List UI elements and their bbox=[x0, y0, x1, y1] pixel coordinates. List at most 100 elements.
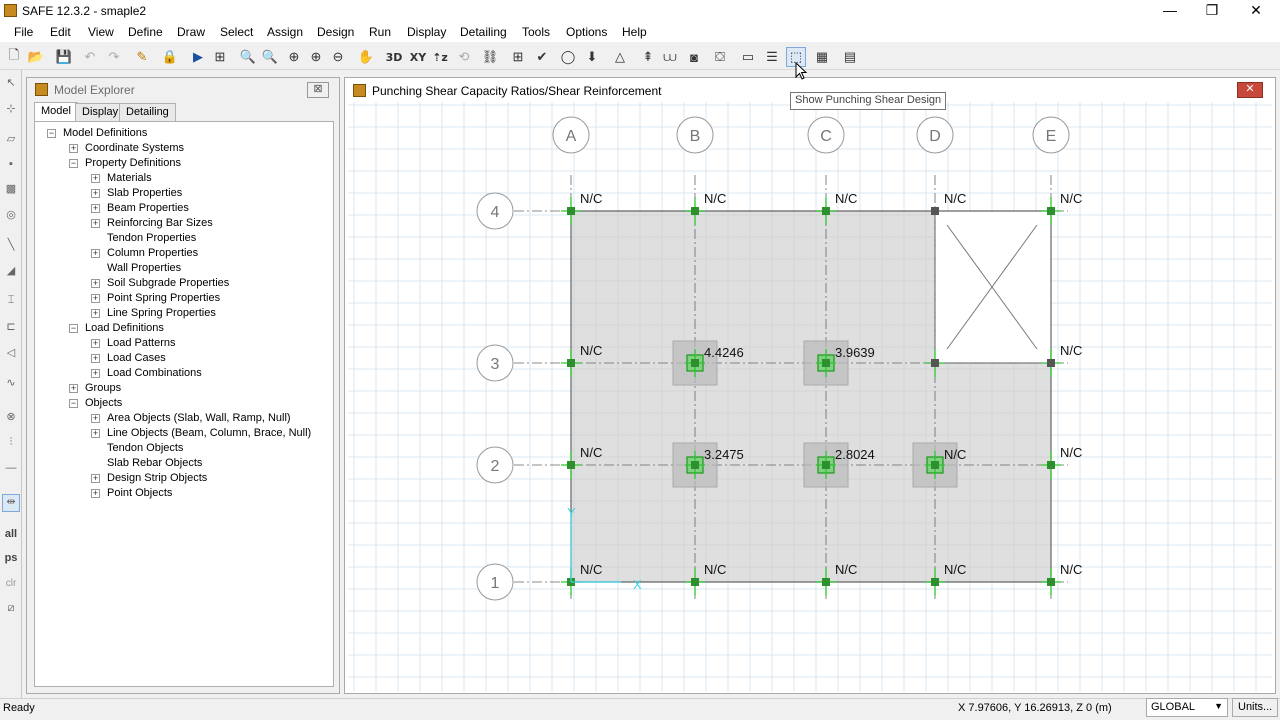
new-file-icon[interactable]: 🗋 bbox=[4, 47, 24, 67]
restore-button[interactable]: ❐ bbox=[1190, 0, 1234, 22]
tree-expander[interactable]: + bbox=[69, 384, 78, 393]
tree-expander[interactable]: + bbox=[91, 174, 100, 183]
tables-icon[interactable]: ▤ bbox=[840, 47, 860, 67]
table-grid-icon[interactable]: ▦ bbox=[812, 47, 832, 67]
draw-line-icon[interactable]: ╲ bbox=[2, 238, 20, 256]
menu-design[interactable]: Design bbox=[317, 25, 354, 39]
draw-slab-icon[interactable]: ▱ bbox=[2, 132, 20, 150]
pencil-icon[interactable]: ✎ bbox=[132, 47, 152, 67]
menu-detailing[interactable]: Detailing bbox=[460, 25, 507, 39]
zoom-in-icon[interactable]: ⊕ bbox=[284, 47, 304, 67]
tree-item[interactable]: Objects bbox=[85, 397, 122, 409]
tree-expander[interactable]: − bbox=[69, 324, 78, 333]
select-all-button[interactable]: all bbox=[2, 528, 20, 546]
down-arrow-icon[interactable]: ⬇ bbox=[582, 47, 602, 67]
menu-options[interactable]: Options bbox=[566, 25, 607, 39]
tree-item[interactable]: Property Definitions bbox=[85, 157, 181, 169]
menu-file[interactable]: File bbox=[14, 25, 33, 39]
tree-item[interactable]: Area Objects (Slab, Wall, Ramp, Null) bbox=[107, 412, 291, 424]
close-button[interactable]: ✕ bbox=[1234, 0, 1278, 22]
coord-system-select[interactable]: GLOBAL ▼ bbox=[1146, 698, 1228, 717]
explorer-close-button[interactable]: ⊠ bbox=[307, 82, 329, 98]
tree-item[interactable]: Tendon Objects bbox=[107, 442, 183, 454]
draw-opening-icon[interactable]: ⊏ bbox=[2, 320, 20, 338]
menu-draw[interactable]: Draw bbox=[177, 25, 205, 39]
tree-expander[interactable]: + bbox=[91, 339, 100, 348]
circle-icon[interactable]: ◯ bbox=[558, 47, 578, 67]
clear-selection-button[interactable]: clr bbox=[2, 578, 20, 596]
menu-help[interactable]: Help bbox=[622, 25, 647, 39]
tree-expander[interactable]: + bbox=[91, 219, 100, 228]
units-button[interactable]: Units... bbox=[1232, 698, 1278, 717]
tree-expander[interactable]: + bbox=[91, 204, 100, 213]
check-icon[interactable]: ✔ bbox=[532, 47, 552, 67]
tree-expander[interactable]: + bbox=[91, 309, 100, 318]
plan-view-close-button[interactable]: ✕ bbox=[1237, 82, 1263, 98]
run-analysis-icon[interactable]: ▶ bbox=[188, 47, 208, 67]
strip-design-icon[interactable]: ☰ bbox=[762, 47, 782, 67]
tree-item[interactable]: Wall Properties bbox=[107, 262, 181, 274]
draw-strip-icon[interactable]: — bbox=[2, 462, 20, 480]
redo-icon[interactable]: ↷ bbox=[104, 47, 124, 67]
menu-define[interactable]: Define bbox=[128, 25, 163, 39]
draw-rect-icon[interactable]: ▩ bbox=[2, 182, 20, 200]
tree-expander[interactable]: − bbox=[69, 399, 78, 408]
select-tool-icon[interactable]: ⇹ bbox=[2, 494, 20, 512]
lock-model-icon[interactable]: 🔒 bbox=[160, 47, 180, 67]
tab-detailing[interactable]: Detailing bbox=[119, 103, 176, 122]
tree-expander[interactable]: + bbox=[91, 294, 100, 303]
beam-design-icon[interactable]: ▭ bbox=[738, 47, 758, 67]
support-icon[interactable]: ⇞ bbox=[638, 47, 658, 67]
tree-item[interactable]: Groups bbox=[85, 382, 121, 394]
undo-icon[interactable]: ↶ bbox=[80, 47, 100, 67]
rotate-icon[interactable]: ⟲ bbox=[454, 47, 474, 67]
draw-wall-icon[interactable]: ⌶ bbox=[2, 294, 20, 312]
refresh-view-icon[interactable]: ⊞ bbox=[210, 47, 230, 67]
menu-tools[interactable]: Tools bbox=[522, 25, 550, 39]
tree-item[interactable]: Beam Properties bbox=[107, 202, 189, 214]
tree-expander[interactable]: + bbox=[91, 279, 100, 288]
draw-area-icon[interactable]: ▪ bbox=[2, 158, 20, 176]
tree-expander[interactable]: + bbox=[91, 489, 100, 498]
pointer-icon[interactable]: ↖ bbox=[2, 76, 20, 94]
zoom-out-icon[interactable]: ⊖ bbox=[328, 47, 348, 67]
view-xy-button[interactable]: XY bbox=[408, 47, 428, 67]
draw-column-icon[interactable]: ◎ bbox=[2, 208, 20, 226]
tree-item[interactable]: Load Combinations bbox=[107, 367, 202, 379]
restore-view-icon[interactable]: 🔍 bbox=[260, 47, 280, 67]
tree-item[interactable]: Materials bbox=[107, 172, 152, 184]
menu-assign[interactable]: Assign bbox=[267, 25, 303, 39]
open-folder-icon[interactable]: 📂 bbox=[26, 47, 46, 67]
tree-item[interactable]: Model Definitions bbox=[63, 127, 147, 139]
camera-icon[interactable]: ◙ bbox=[684, 47, 704, 67]
tree-item[interactable]: Slab Properties bbox=[107, 187, 182, 199]
pan-icon[interactable]: ✋ bbox=[356, 47, 376, 67]
tree-expander[interactable]: + bbox=[69, 144, 78, 153]
tree-item[interactable]: Point Objects bbox=[107, 487, 172, 499]
plan-canvas[interactable]: A B C D E 4 3 2 1 N/C N/C N/C N/C N/C N/C 4.4246 3.9639 N… bbox=[348, 102, 1272, 692]
intersecting-line-icon[interactable]: ⧄ bbox=[2, 602, 20, 620]
tree-expander[interactable]: + bbox=[91, 474, 100, 483]
tab-model[interactable]: Model bbox=[34, 102, 78, 122]
draw-spring-icon[interactable]: ⊗ bbox=[2, 410, 20, 428]
tab-display[interactable]: Display bbox=[75, 103, 126, 122]
tree-item[interactable]: Slab Rebar Objects bbox=[107, 457, 202, 469]
draw-tendon-icon[interactable]: ∿ bbox=[2, 376, 20, 394]
tree-item[interactable]: Tendon Properties bbox=[107, 232, 196, 244]
tree-item[interactable]: Reinforcing Bar Sizes bbox=[107, 217, 213, 229]
tree-expander[interactable]: + bbox=[91, 429, 100, 438]
zoom-window-icon[interactable]: 🔍 bbox=[238, 47, 258, 67]
triangle-icon[interactable]: △ bbox=[610, 47, 630, 67]
tree-expander[interactable]: + bbox=[91, 369, 100, 378]
minimize-button[interactable]: — bbox=[1148, 0, 1192, 22]
display-options-icon[interactable]: ⛓ bbox=[480, 47, 500, 67]
tree-item[interactable]: Line Objects (Beam, Column, Brace, Null) bbox=[107, 427, 311, 439]
tree-item[interactable]: Load Patterns bbox=[107, 337, 176, 349]
tree-item[interactable]: Load Definitions bbox=[85, 322, 164, 334]
previous-selection-button[interactable]: ps bbox=[2, 552, 20, 570]
tree-item[interactable]: Soil Subgrade Properties bbox=[107, 277, 229, 289]
tree-expander[interactable]: − bbox=[69, 159, 78, 168]
tree-item[interactable]: Point Spring Properties bbox=[107, 292, 220, 304]
slab-design-icon[interactable]: ⛋ bbox=[710, 47, 730, 67]
menu-view[interactable]: View bbox=[88, 25, 114, 39]
